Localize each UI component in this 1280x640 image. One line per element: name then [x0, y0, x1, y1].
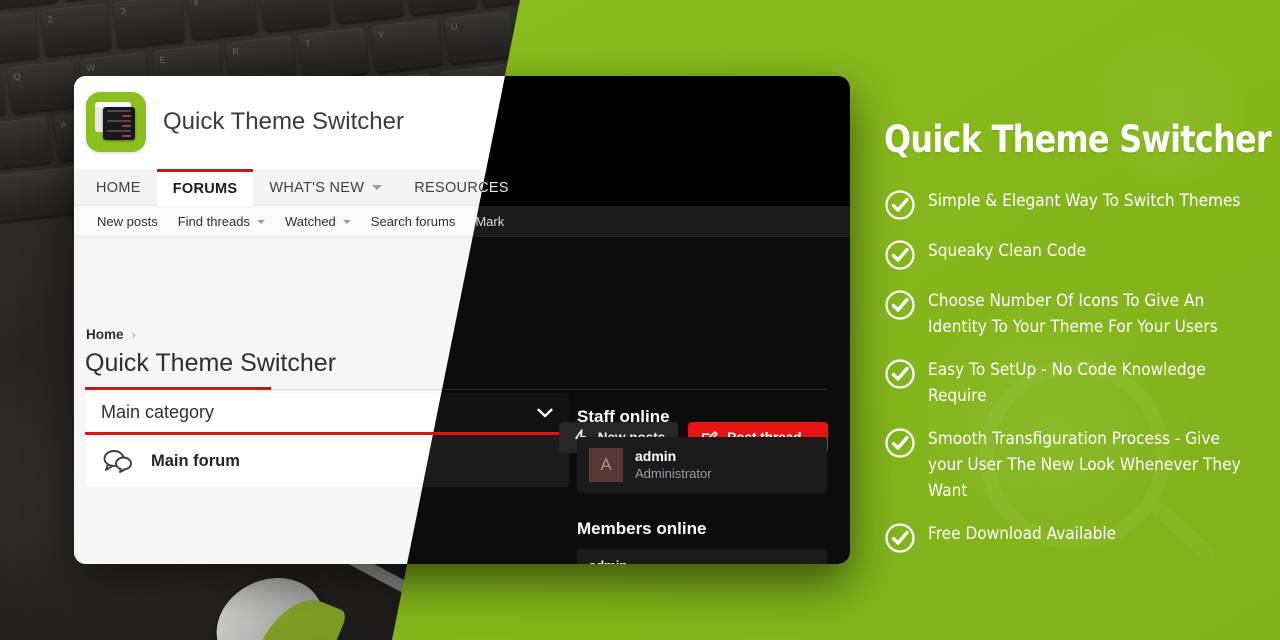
- category-title: Main category: [101, 402, 215, 422]
- keyboard-key: Q: [6, 60, 78, 114]
- keyboard-key: 3: [113, 0, 185, 48]
- subnav-watched[interactable]: Watched: [275, 214, 361, 229]
- promo-feature-item: Free Download Available: [884, 521, 1280, 554]
- promo-title: Quick Theme Switcher: [884, 118, 1272, 161]
- member-list-item[interactable]: admin: [577, 549, 827, 564]
- key-label: 2: [47, 14, 54, 25]
- subnav-search-forums[interactable]: Search forums: [361, 214, 466, 229]
- logo-line: [122, 115, 131, 117]
- title-accent-rule: [85, 387, 271, 390]
- avatar: A: [589, 448, 623, 482]
- key-label: Y: [377, 29, 385, 41]
- subnav-label: Find threads: [177, 214, 250, 229]
- promo-feature-label: Simple & Elegant Way To Switch Themes: [928, 191, 1241, 210]
- page-title: Quick Theme Switcher: [85, 349, 337, 377]
- key-label: E: [158, 54, 167, 66]
- key-label: A: [60, 119, 68, 130]
- breadcrumb: Home ›: [86, 327, 136, 342]
- theme-windows-logo-icon: [86, 92, 146, 152]
- keyboard-key: 4: [186, 0, 258, 40]
- key-label: 4: [192, 0, 199, 9]
- key-label: U: [450, 21, 459, 33]
- promo-feature-label: Squeaky Clean Code: [928, 241, 1087, 260]
- promo-feature-label: Free Download Available: [928, 524, 1117, 543]
- logo-line: [107, 130, 131, 132]
- key-label: W: [85, 62, 96, 74]
- tab-forums[interactable]: FORUMS: [156, 169, 254, 206]
- promo-feature-item: Smooth Transfiguration Process - Give yo…: [884, 426, 1280, 504]
- promo-feature-item: Simple & Elegant Way To Switch Themes: [884, 188, 1280, 221]
- keyboard-key: 1: [0, 11, 39, 65]
- forum-window: Quick Theme Switcher HOME FORUMS WHAT'S …: [74, 76, 850, 564]
- subnav-new-posts[interactable]: New posts: [87, 214, 168, 229]
- breadcrumb-home[interactable]: Home: [86, 327, 124, 342]
- logo-line: [107, 120, 131, 122]
- key-label: Q: [13, 71, 22, 82]
- keyboard-key: 7: [404, 0, 477, 15]
- chevron-down-icon: [256, 219, 265, 224]
- site-logo-link[interactable]: Quick Theme Switcher: [86, 92, 404, 152]
- staff-online-block: A admin Administrator: [577, 437, 827, 493]
- check-circle-icon: [885, 190, 915, 220]
- keyboard-key: 6: [332, 0, 404, 23]
- chevron-down-icon: [372, 185, 383, 190]
- keyboard-key: 5: [259, 0, 331, 32]
- staff-list-item[interactable]: A admin Administrator: [577, 437, 827, 493]
- promo-feature-list: Simple & Elegant Way To Switch Themes Sq…: [884, 188, 1280, 571]
- check-circle-icon: [885, 240, 915, 270]
- logo-line: [107, 110, 131, 112]
- tab-label: WHAT'S NEW: [269, 179, 365, 196]
- promo-feature-label: Choose Number Of Icons To Give An Identi…: [928, 291, 1218, 336]
- sidebar: Staff online A admin Administrator Membe…: [577, 407, 827, 564]
- comments-icon: [103, 450, 132, 473]
- subnav-label: Mark: [475, 214, 505, 229]
- staff-role: Administrator: [635, 466, 712, 481]
- logo-front-window: [103, 107, 135, 140]
- keyboard-key: U: [443, 10, 516, 64]
- keyboard-key: T: [298, 26, 370, 81]
- forum-name: Main forum: [151, 451, 240, 470]
- chevron-down-icon: [342, 219, 351, 224]
- promo-feature-label: Smooth Transfiguration Process - Give yo…: [928, 429, 1241, 500]
- members-online-title: Members online: [577, 519, 707, 538]
- tab-label: HOME: [96, 179, 141, 196]
- promo-feature-item: Squeaky Clean Code: [884, 238, 1280, 271]
- key-label: R: [231, 46, 240, 57]
- tab-whats-new[interactable]: WHAT'S NEW: [253, 169, 398, 206]
- key-label: 3: [119, 5, 127, 17]
- promo-feature-item: Easy To SetUp - No Code Knowledge Requir…: [884, 357, 1280, 409]
- subnav-label: Watched: [284, 214, 336, 229]
- staff-name: admin: [635, 448, 677, 464]
- staff-online-title: Staff online: [577, 407, 670, 426]
- screenshot-stage: Esc F1 F2 F3 F4 F5 F6 Enter ` 1 2 3 4 5 …: [0, 0, 1280, 640]
- key-label: T: [304, 38, 312, 49]
- check-circle-icon: [885, 359, 915, 389]
- tab-label: FORUMS: [172, 181, 238, 197]
- keyboard-key: Y: [371, 18, 443, 72]
- breadcrumb-separator: ›: [131, 327, 136, 342]
- subnav-label: Search forums: [370, 214, 456, 229]
- keyboard-key: Tab: [0, 68, 5, 126]
- check-circle-icon: [885, 523, 915, 553]
- check-circle-icon: [885, 428, 915, 458]
- promo-content: Quick Theme Switcher Simple & Elegant Wa…: [884, 0, 1280, 640]
- logo-line: [122, 125, 131, 127]
- tab-home[interactable]: HOME: [80, 169, 157, 206]
- subnav-label: New posts: [97, 214, 158, 229]
- subnav-find-threads[interactable]: Find threads: [168, 214, 275, 229]
- chevron-down-icon[interactable]: [537, 408, 553, 418]
- keyboard-key: Caps Lock: [0, 116, 52, 179]
- promo-feature-item: Choose Number Of Icons To Give An Identi…: [884, 288, 1280, 340]
- logo-line: [122, 135, 131, 137]
- promo-feature-label: Easy To SetUp - No Code Knowledge Requir…: [928, 360, 1206, 405]
- check-circle-icon: [885, 290, 915, 320]
- members-online-block: admin Total: 1 (members: 1, guests: 0): [577, 549, 827, 564]
- site-title: Quick Theme Switcher: [163, 108, 404, 135]
- staff-info: admin Administrator: [635, 448, 712, 482]
- keyboard-key: 2: [40, 2, 112, 57]
